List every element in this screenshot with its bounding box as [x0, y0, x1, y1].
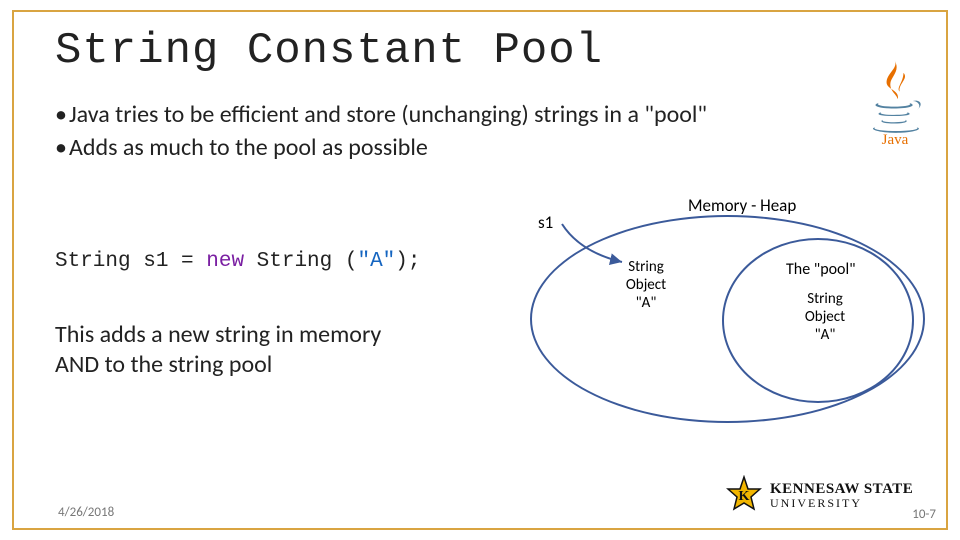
- heap-obj-l3: "A": [614, 294, 678, 312]
- footer-page-number: 10-7: [912, 507, 936, 522]
- java-wordmark: Java: [882, 132, 909, 146]
- heap-string-object: String Object "A": [614, 258, 678, 312]
- heap-obj-l1: String: [614, 258, 678, 276]
- java-logo-icon: Java: [860, 56, 930, 146]
- ksu-line-1: KENNESAW STATE: [770, 482, 913, 497]
- pool-obj-l1: String: [790, 290, 860, 308]
- heap-label: Memory - Heap: [688, 195, 796, 216]
- bullet-2-text: Adds as much to the pool as possible: [69, 133, 428, 162]
- body-line-1: This adds a new string in memory: [55, 320, 455, 350]
- svg-text:K: K: [739, 489, 750, 504]
- heap-obj-l2: Object: [614, 276, 678, 294]
- code-prefix: String s1 =: [55, 250, 206, 273]
- slide: String Constant Pool Java •Java tries to…: [0, 0, 960, 540]
- bullet-1: •Java tries to be efficient and store (u…: [55, 100, 835, 129]
- pool-title: The "pool": [786, 260, 856, 279]
- body-text: This adds a new string in memory AND to …: [55, 320, 455, 380]
- pool-obj-l3: "A": [790, 326, 860, 344]
- ksu-line-2: UNIVERSITY: [770, 497, 913, 509]
- bullet-2: •Adds as much to the pool as possible: [55, 133, 835, 162]
- code-string-literal: "A": [357, 250, 395, 273]
- code-suffix: );: [395, 250, 420, 273]
- bullet-list: •Java tries to be efficient and store (u…: [55, 100, 835, 166]
- ksu-logo: K KENNESAW STATE UNIVERSITY: [724, 472, 934, 518]
- code-line: String s1 = new String ("A");: [55, 250, 421, 273]
- pool-string-object: String Object "A": [790, 290, 860, 344]
- footer-date: 4/26/2018: [58, 505, 114, 520]
- code-mid: String (: [244, 250, 357, 273]
- ksu-mark-icon: K: [724, 475, 764, 515]
- code-keyword-new: new: [206, 250, 244, 273]
- slide-title: String Constant Pool: [55, 26, 910, 76]
- bullet-1-text: Java tries to be efficient and store (un…: [69, 100, 707, 129]
- body-line-2: AND to the string pool: [55, 350, 455, 380]
- pool-obj-l2: Object: [790, 308, 860, 326]
- s1-label: s1: [538, 212, 553, 233]
